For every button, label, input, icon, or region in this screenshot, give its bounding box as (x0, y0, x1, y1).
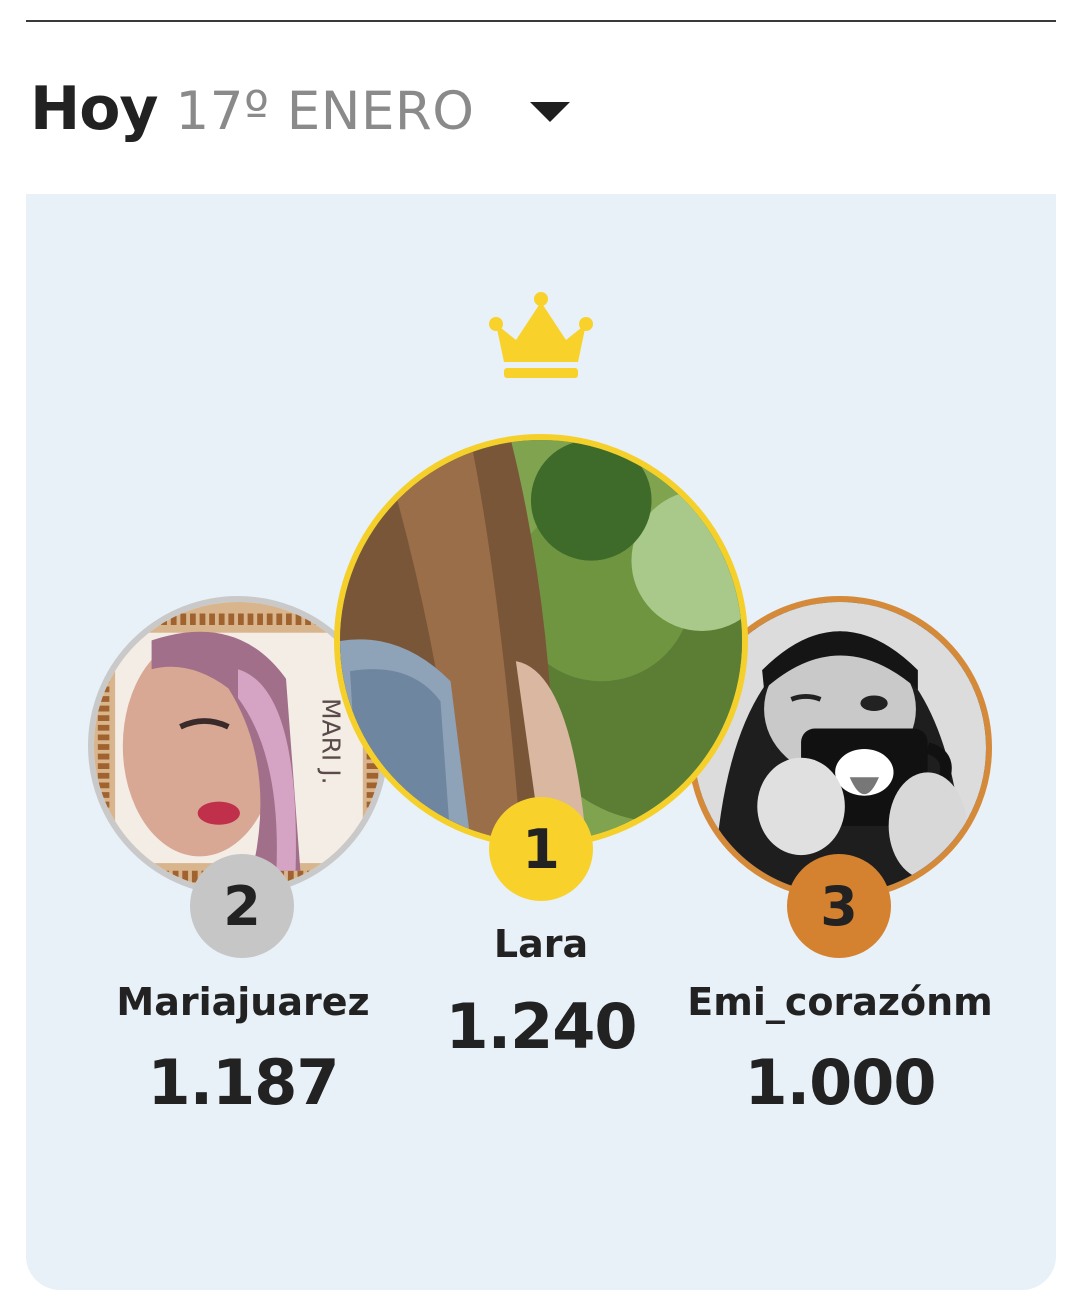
rank-badge-2: 2 (190, 854, 294, 958)
crown-icon (489, 292, 593, 378)
date-label: 17º ENERO (175, 81, 475, 142)
rank-badge-1: 1 (489, 797, 593, 901)
username-rank-2[interactable]: Mariajuarez (88, 980, 398, 1024)
top-divider (26, 20, 1056, 22)
score-rank-1: 1.240 (445, 990, 637, 1063)
avatar-overlay-text: MARI J. (316, 698, 345, 785)
date-selector[interactable]: Hoy 17º ENERO (30, 74, 570, 154)
today-label: Hoy (30, 74, 159, 144)
avatar-rank-1[interactable] (334, 434, 748, 848)
username-rank-1[interactable]: Lara (400, 922, 682, 966)
caret-down-icon[interactable] (530, 100, 570, 124)
rank-badge-3: 3 (787, 854, 891, 958)
score-rank-2: 1.187 (147, 1046, 339, 1119)
score-rank-3: 1.000 (744, 1046, 936, 1119)
username-rank-3[interactable]: Emi_corazónm (686, 980, 994, 1024)
